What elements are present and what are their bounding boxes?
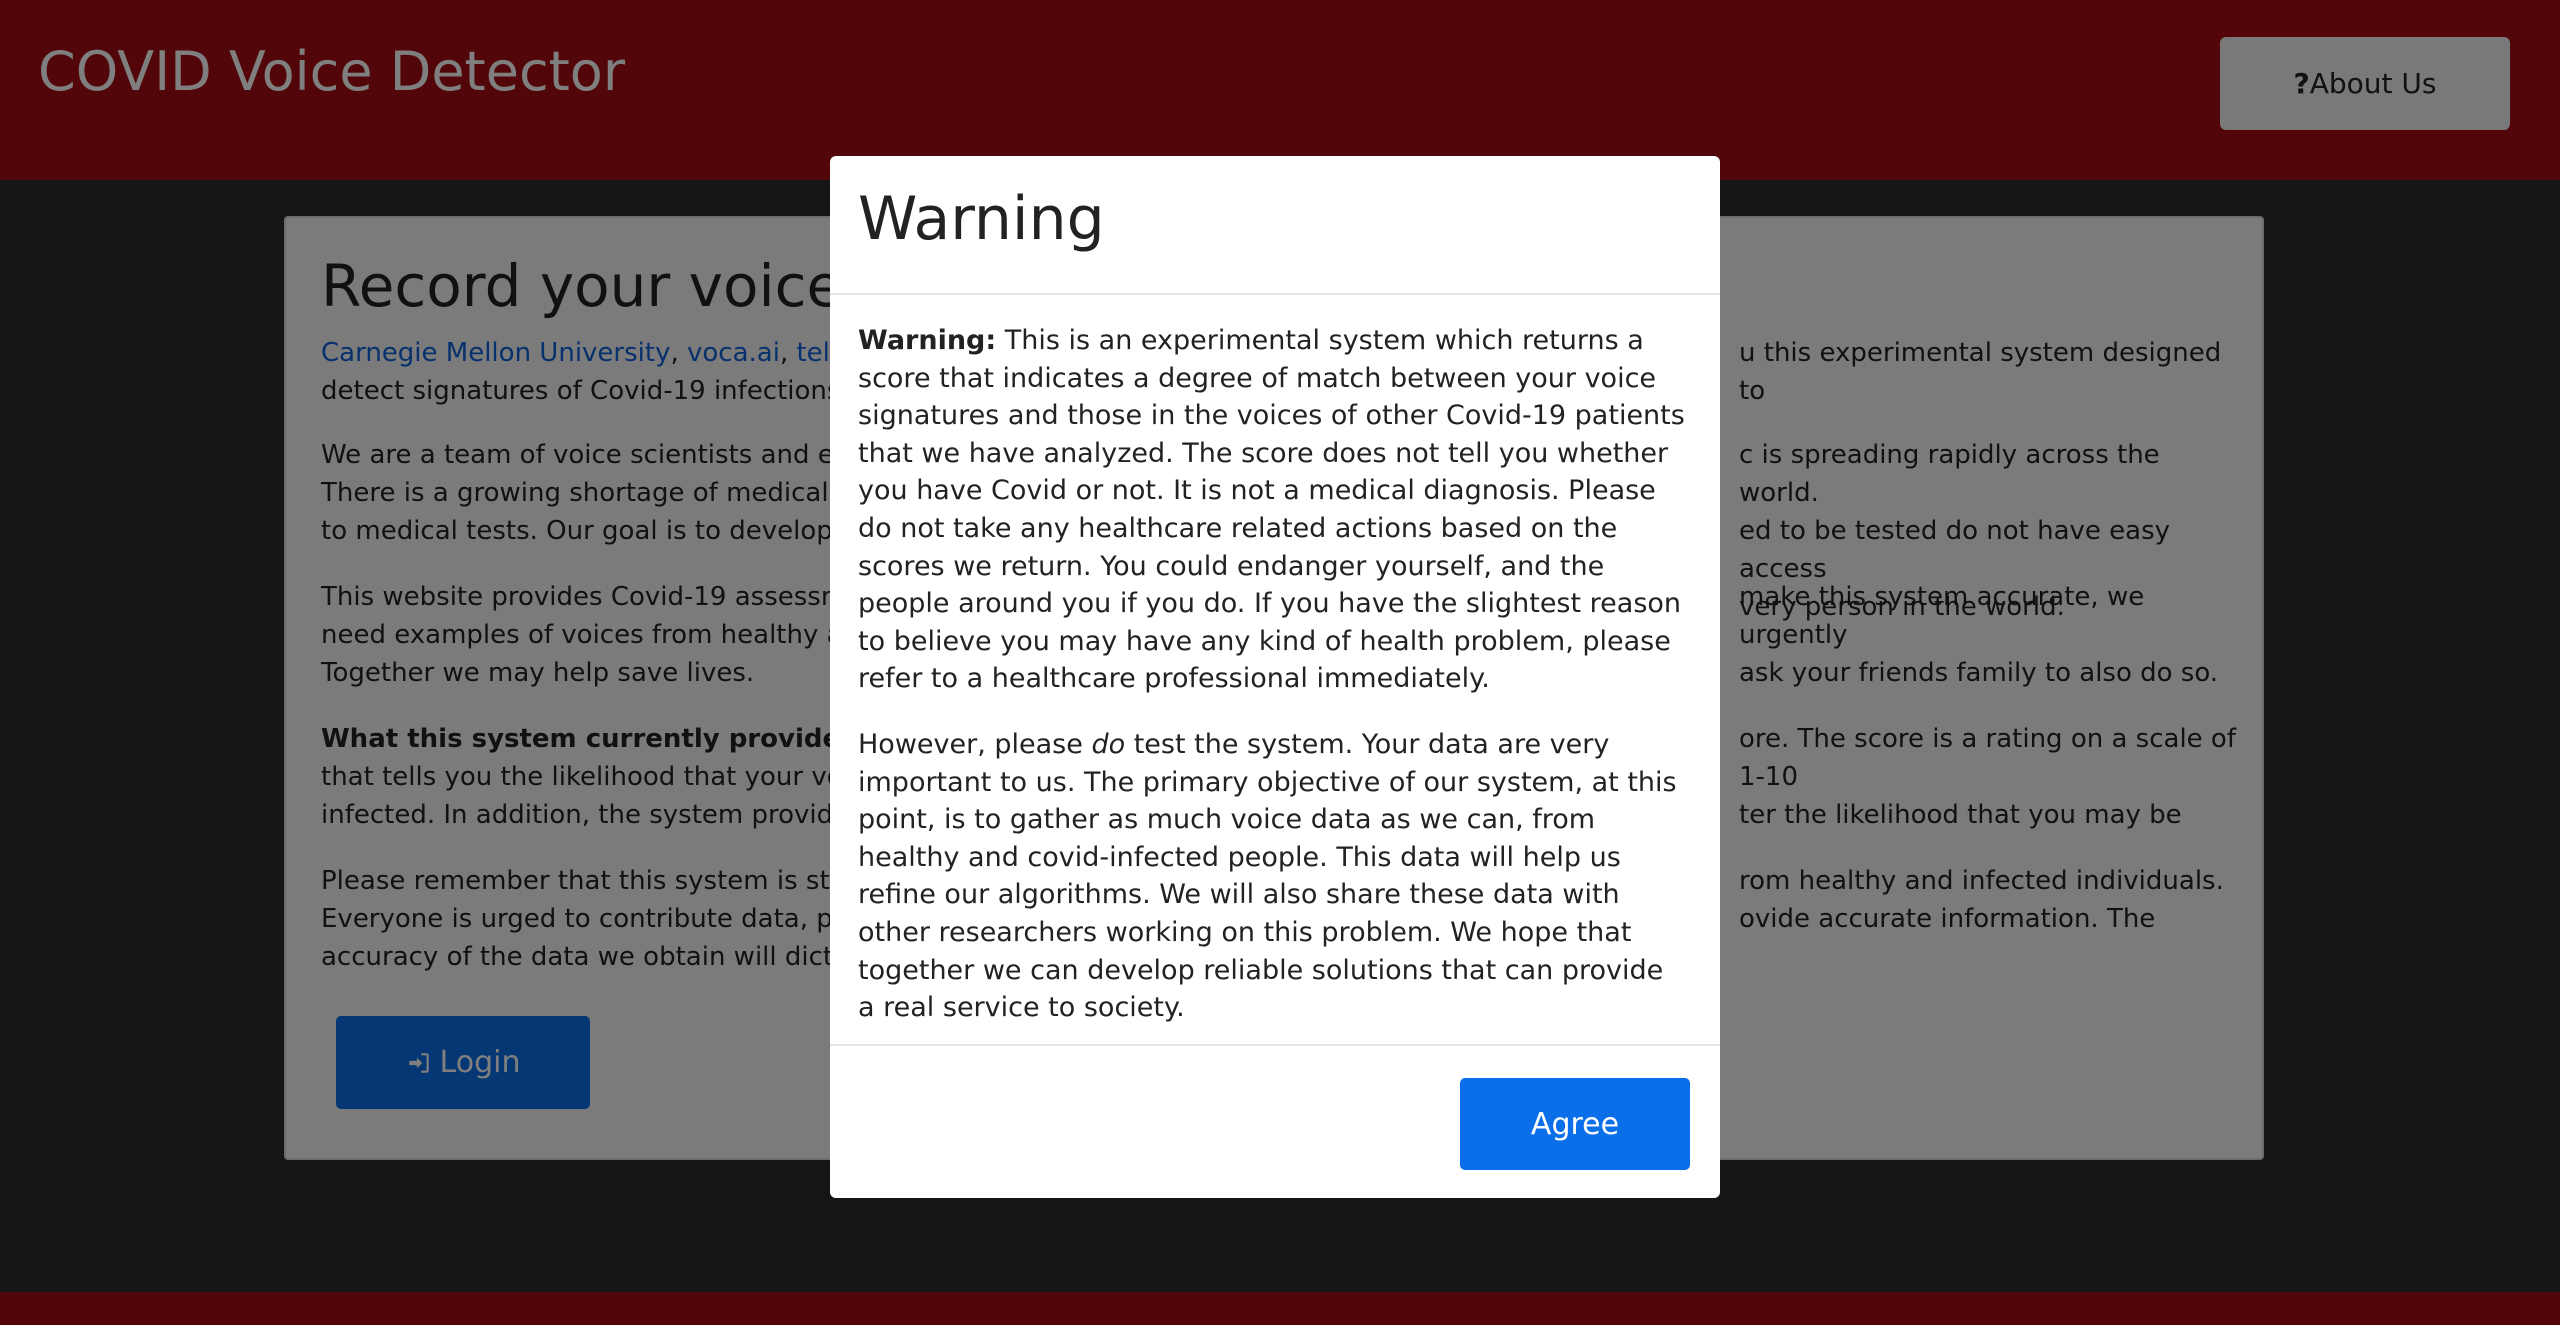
however-emphasis: do [1091,728,1126,760]
however-paragraph: However, please do test the system. Your… [858,726,1688,1027]
warning-paragraph: Warning: This is an experimental system … [858,322,1688,698]
modal-footer-divider [830,1044,1720,1046]
however-start: However, please [858,728,1092,760]
warning-label: Warning: [858,325,997,356]
modal-title: Warning [858,184,1105,254]
agree-button[interactable]: Agree [1460,1078,1690,1170]
modal-body: Warning: This is an experimental system … [858,322,1688,1055]
warning-text: This is an experimental system which ret… [858,325,1685,695]
however-rest: test the system. Your data are very impo… [858,728,1677,1024]
modal-header-divider [830,293,1720,295]
warning-modal: Warning Warning: This is an experimental… [830,156,1720,1198]
